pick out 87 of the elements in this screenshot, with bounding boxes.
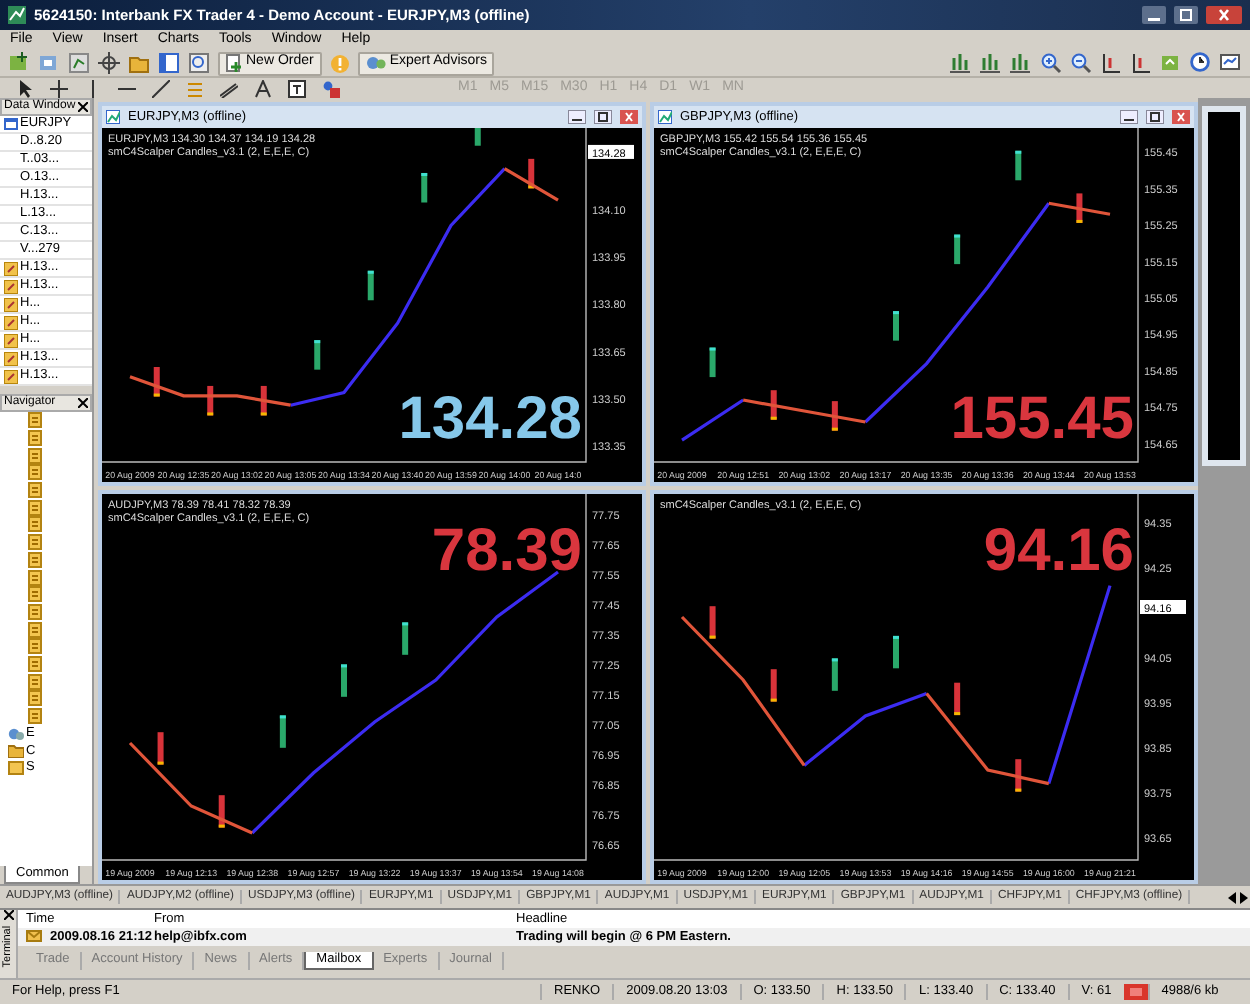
script-icon[interactable] [28, 708, 44, 725]
candle [770, 390, 777, 420]
minimize-icon[interactable] [1142, 6, 1166, 24]
app-icon [8, 6, 26, 24]
close-icon[interactable] [78, 102, 88, 112]
candle [421, 173, 428, 203]
script-icon[interactable] [28, 586, 44, 603]
candle [402, 622, 409, 655]
folder-icon[interactable] [8, 742, 24, 759]
script-icon[interactable] [28, 673, 44, 690]
candle [1015, 150, 1022, 181]
script-icon[interactable] [28, 569, 44, 586]
text-icon[interactable] [254, 79, 272, 97]
label-icon[interactable] [288, 79, 306, 97]
script-icon[interactable] [28, 430, 44, 447]
maximize-icon[interactable] [594, 110, 612, 124]
template-icon[interactable] [1220, 52, 1242, 74]
candle [474, 128, 481, 146]
candle [893, 635, 899, 669]
candle [314, 340, 321, 370]
crosshair-icon[interactable] [50, 79, 68, 97]
close-icon[interactable] [3, 910, 13, 920]
candle [831, 401, 838, 431]
chart-icon [106, 109, 120, 124]
candle [260, 385, 267, 416]
window-icon[interactable] [158, 52, 180, 74]
candle [770, 669, 777, 702]
maximize-icon[interactable] [1174, 6, 1198, 24]
script-icon[interactable] [28, 412, 44, 429]
minimize-icon[interactable] [1120, 110, 1138, 124]
minimize-icon[interactable] [568, 110, 586, 124]
trendline-icon[interactable] [152, 79, 170, 97]
gears-icon [365, 54, 386, 72]
scroll-icon[interactable] [8, 760, 24, 777]
crosshair-icon[interactable] [98, 52, 120, 74]
candle [1015, 759, 1022, 792]
channel-icon[interactable] [220, 79, 238, 97]
script-icon[interactable] [28, 534, 44, 551]
new-chart-icon[interactable] [8, 52, 30, 74]
clock-icon[interactable] [1190, 52, 1212, 74]
document-plus-icon [226, 54, 242, 72]
script-icon[interactable] [28, 638, 44, 655]
close-icon[interactable] [78, 398, 88, 408]
zoom-in-icon[interactable] [1040, 52, 1062, 74]
candle [218, 795, 225, 828]
zoom-out-icon[interactable] [1070, 52, 1092, 74]
cursor-icon[interactable] [16, 79, 34, 97]
script-icon[interactable] [28, 516, 44, 533]
script-icon[interactable] [28, 690, 44, 707]
candle [341, 664, 347, 697]
script-icon[interactable] [28, 551, 44, 568]
script-icon[interactable] [28, 464, 44, 481]
candle [153, 367, 160, 397]
price-text: 78.39 [431, 518, 582, 584]
script-icon[interactable] [28, 603, 44, 620]
shapes-icon[interactable] [322, 79, 340, 97]
market-watch-icon[interactable] [68, 52, 90, 74]
maximize-icon[interactable] [1146, 110, 1164, 124]
script-icon[interactable] [28, 655, 44, 672]
candle [157, 732, 164, 765]
price-text: 134.28 [398, 386, 582, 452]
downtrend-line [128, 741, 253, 835]
script-icon[interactable] [28, 482, 44, 499]
bar-chart-icon[interactable] [950, 52, 972, 74]
candle [709, 347, 716, 378]
candle [954, 682, 961, 716]
candle [1076, 193, 1083, 223]
candle [279, 715, 286, 748]
gears-icon[interactable] [8, 725, 24, 742]
candle [954, 234, 961, 265]
candle [709, 606, 716, 639]
price-text: 155.45 [950, 386, 1134, 452]
script-icon[interactable] [28, 447, 44, 464]
arrow-left-icon[interactable] [1226, 891, 1238, 903]
chart-icon [658, 109, 672, 124]
script-icon[interactable] [28, 621, 44, 638]
arrow-right-icon[interactable] [1238, 891, 1250, 903]
candle [367, 270, 374, 301]
candle [893, 311, 899, 341]
candle [207, 385, 214, 416]
calendar-icon [4, 118, 18, 130]
candle [528, 158, 535, 189]
candle [831, 658, 838, 691]
script-icon[interactable] [28, 499, 44, 516]
envelope-icon [26, 930, 42, 943]
price-text: 94.16 [983, 518, 1134, 584]
connection-icon [1123, 984, 1148, 1000]
